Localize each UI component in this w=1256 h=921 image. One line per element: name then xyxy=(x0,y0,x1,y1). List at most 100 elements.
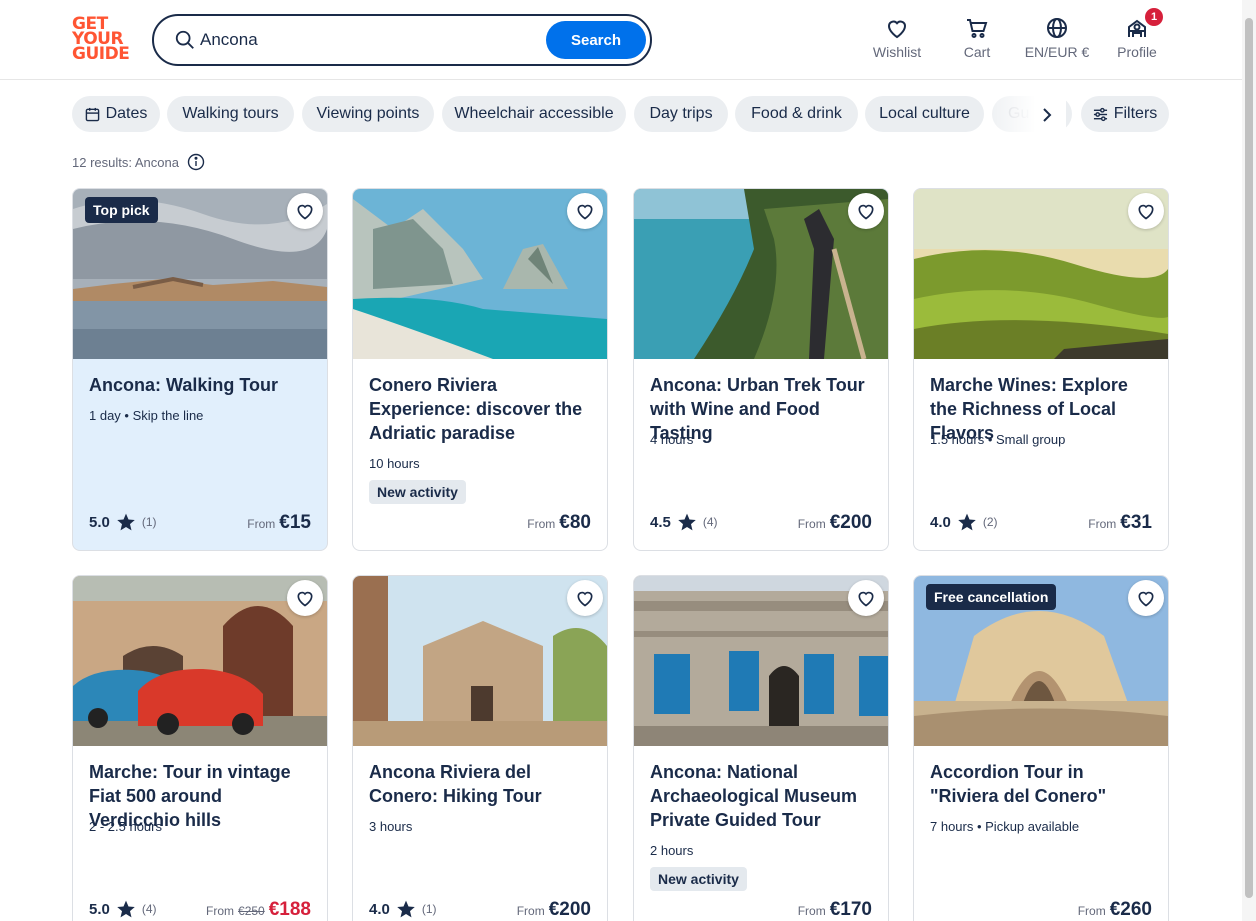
add-to-wishlist-button[interactable] xyxy=(567,580,603,616)
cart-link[interactable]: Cart xyxy=(958,16,996,64)
add-to-wishlist-button[interactable] xyxy=(567,193,603,229)
calendar-icon xyxy=(85,107,99,121)
heart-icon xyxy=(1138,591,1154,607)
logo-text-3: GUIDE xyxy=(72,44,130,64)
activity-card[interactable]: Conero Riviera Experience: discover the … xyxy=(352,188,608,551)
search-input[interactable] xyxy=(200,26,540,54)
activity-rating: 4.0 (1) xyxy=(369,899,437,919)
activity-price: From €80 xyxy=(527,512,591,534)
activity-card[interactable]: Ancona: National Archaeological Museum P… xyxy=(633,575,889,921)
add-to-wishlist-button[interactable] xyxy=(848,580,884,616)
star-icon xyxy=(678,513,696,531)
chip-food-drink[interactable]: Food & drink xyxy=(735,96,858,132)
activity-title[interactable]: Ancona Riviera del Conero: Hiking Tour xyxy=(369,760,595,808)
activity-card[interactable]: Top pick Ancona: Walking Tour 1 day • Sk… xyxy=(72,188,328,551)
language-currency-selector[interactable]: EN/EUR € xyxy=(1020,16,1094,64)
activity-meta: 2 - 2.5 hours xyxy=(89,819,162,834)
chip-label: Walking tours xyxy=(182,105,279,122)
heart-icon xyxy=(577,204,593,220)
original-price: €250 xyxy=(238,904,265,918)
chip-walking-tours[interactable]: Walking tours xyxy=(167,96,294,132)
activity-card[interactable]: Free cancellation Accordion Tour in "Riv… xyxy=(913,575,1169,921)
add-to-wishlist-button[interactable] xyxy=(287,580,323,616)
chip-day-trips[interactable]: Day trips xyxy=(634,96,728,132)
chips-scroll-right-button[interactable] xyxy=(1034,102,1060,128)
activity-card[interactable]: Marche: Tour in vintage Fiat 500 around … xyxy=(72,575,328,921)
results-count: 12 results: Ancona xyxy=(72,153,205,171)
activity-card[interactable]: Ancona Riviera del Conero: Hiking Tour 3… xyxy=(352,575,608,921)
wishlist-link[interactable]: Wishlist xyxy=(870,16,924,64)
activity-price: From €170 xyxy=(798,899,872,921)
add-to-wishlist-button[interactable] xyxy=(287,193,323,229)
price-amount: €200 xyxy=(548,899,591,920)
chip-local-culture[interactable]: Local culture xyxy=(865,96,984,132)
review-count: (1) xyxy=(141,515,157,529)
filters-label: Filters xyxy=(1113,105,1158,122)
sliders-icon xyxy=(1093,107,1107,121)
top-pick-tag: Top pick xyxy=(85,197,158,223)
heart-icon xyxy=(858,204,874,220)
add-to-wishlist-button[interactable] xyxy=(1128,580,1164,616)
activity-meta: 7 hours • Pickup available xyxy=(930,819,1080,834)
search-icon xyxy=(175,30,194,49)
activity-price: From €260 xyxy=(1078,899,1152,921)
chip-label: Viewing points xyxy=(316,105,420,122)
add-to-wishlist-button[interactable] xyxy=(848,193,884,229)
price-amount: €80 xyxy=(559,512,591,533)
heart-icon xyxy=(297,591,313,607)
chip-wheelchair-accessible[interactable]: Wheelchair accessible xyxy=(442,96,626,132)
globe-icon xyxy=(1047,18,1067,38)
info-icon[interactable] xyxy=(187,153,205,171)
getyourguide-logo[interactable]: GET YOUR GUIDE xyxy=(72,16,130,64)
results-text: 12 results: Ancona xyxy=(72,154,179,170)
heart-icon xyxy=(887,20,907,39)
heart-icon xyxy=(577,591,593,607)
activity-title[interactable]: Ancona: National Archaeological Museum P… xyxy=(650,760,876,832)
activity-meta: 1 day • Skip the line xyxy=(89,408,204,423)
activity-price: From €31 xyxy=(1088,512,1152,534)
activity-title[interactable]: Conero Riviera Experience: discover the … xyxy=(369,373,595,445)
activity-title[interactable]: Ancona: Walking Tour xyxy=(89,373,315,397)
price-amount: €260 xyxy=(1109,899,1152,920)
chip-label: Dates xyxy=(105,105,148,122)
activity-rating: 4.5 (4) xyxy=(650,512,718,532)
activity-card[interactable]: Marche Wines: Explore the Richness of Lo… xyxy=(913,188,1169,551)
price-from-label: From xyxy=(797,517,826,531)
price-from-label: From xyxy=(206,904,235,918)
new-activity-badge: New activity xyxy=(369,480,466,504)
notification-badge: 1 xyxy=(1145,8,1163,26)
profile-link[interactable]: 1 Profile xyxy=(1112,8,1163,64)
scrollbar-thumb[interactable] xyxy=(1245,18,1253,898)
add-to-wishlist-button[interactable] xyxy=(1128,193,1164,229)
chip-label: Local culture xyxy=(879,105,970,122)
review-count: (1) xyxy=(421,902,437,916)
language-label: EN/EUR € xyxy=(1024,44,1090,60)
activity-card[interactable]: Ancona: Urban Trek Tour with Wine and Fo… xyxy=(633,188,889,551)
price-amount: €170 xyxy=(829,899,872,920)
chip-label: Day trips xyxy=(649,105,713,122)
review-count: (4) xyxy=(702,515,718,529)
activity-meta: 2 hours xyxy=(650,843,694,858)
price-amount: €200 xyxy=(829,512,872,533)
search-button[interactable]: Search xyxy=(546,21,646,59)
activity-meta: 10 hours xyxy=(369,456,420,471)
filters-button[interactable]: Filters xyxy=(1081,96,1169,132)
chevron-right-icon xyxy=(1043,108,1052,122)
price-from-label: From xyxy=(516,904,545,918)
activity-title[interactable]: Accordion Tour in "Riviera del Conero" xyxy=(930,760,1156,808)
heart-icon xyxy=(858,591,874,607)
price-amount: €15 xyxy=(279,512,311,533)
chip-dates[interactable]: Dates xyxy=(72,96,160,132)
page-scrollbar[interactable] xyxy=(1242,0,1256,921)
price-from-label: From xyxy=(527,517,556,531)
rating-value: 4.5 xyxy=(650,513,671,531)
activity-meta: 1.5 hours • Small group xyxy=(930,432,1066,447)
rating-value: 4.0 xyxy=(930,513,951,531)
chip-viewing-points[interactable]: Viewing points xyxy=(302,96,434,132)
star-icon xyxy=(397,900,415,918)
star-icon xyxy=(117,513,135,531)
activity-price: From €200 xyxy=(798,512,872,534)
free-cancellation-tag: Free cancellation xyxy=(926,584,1057,610)
activity-price: From €250 €188 xyxy=(206,899,311,921)
wishlist-label: Wishlist xyxy=(872,44,922,60)
